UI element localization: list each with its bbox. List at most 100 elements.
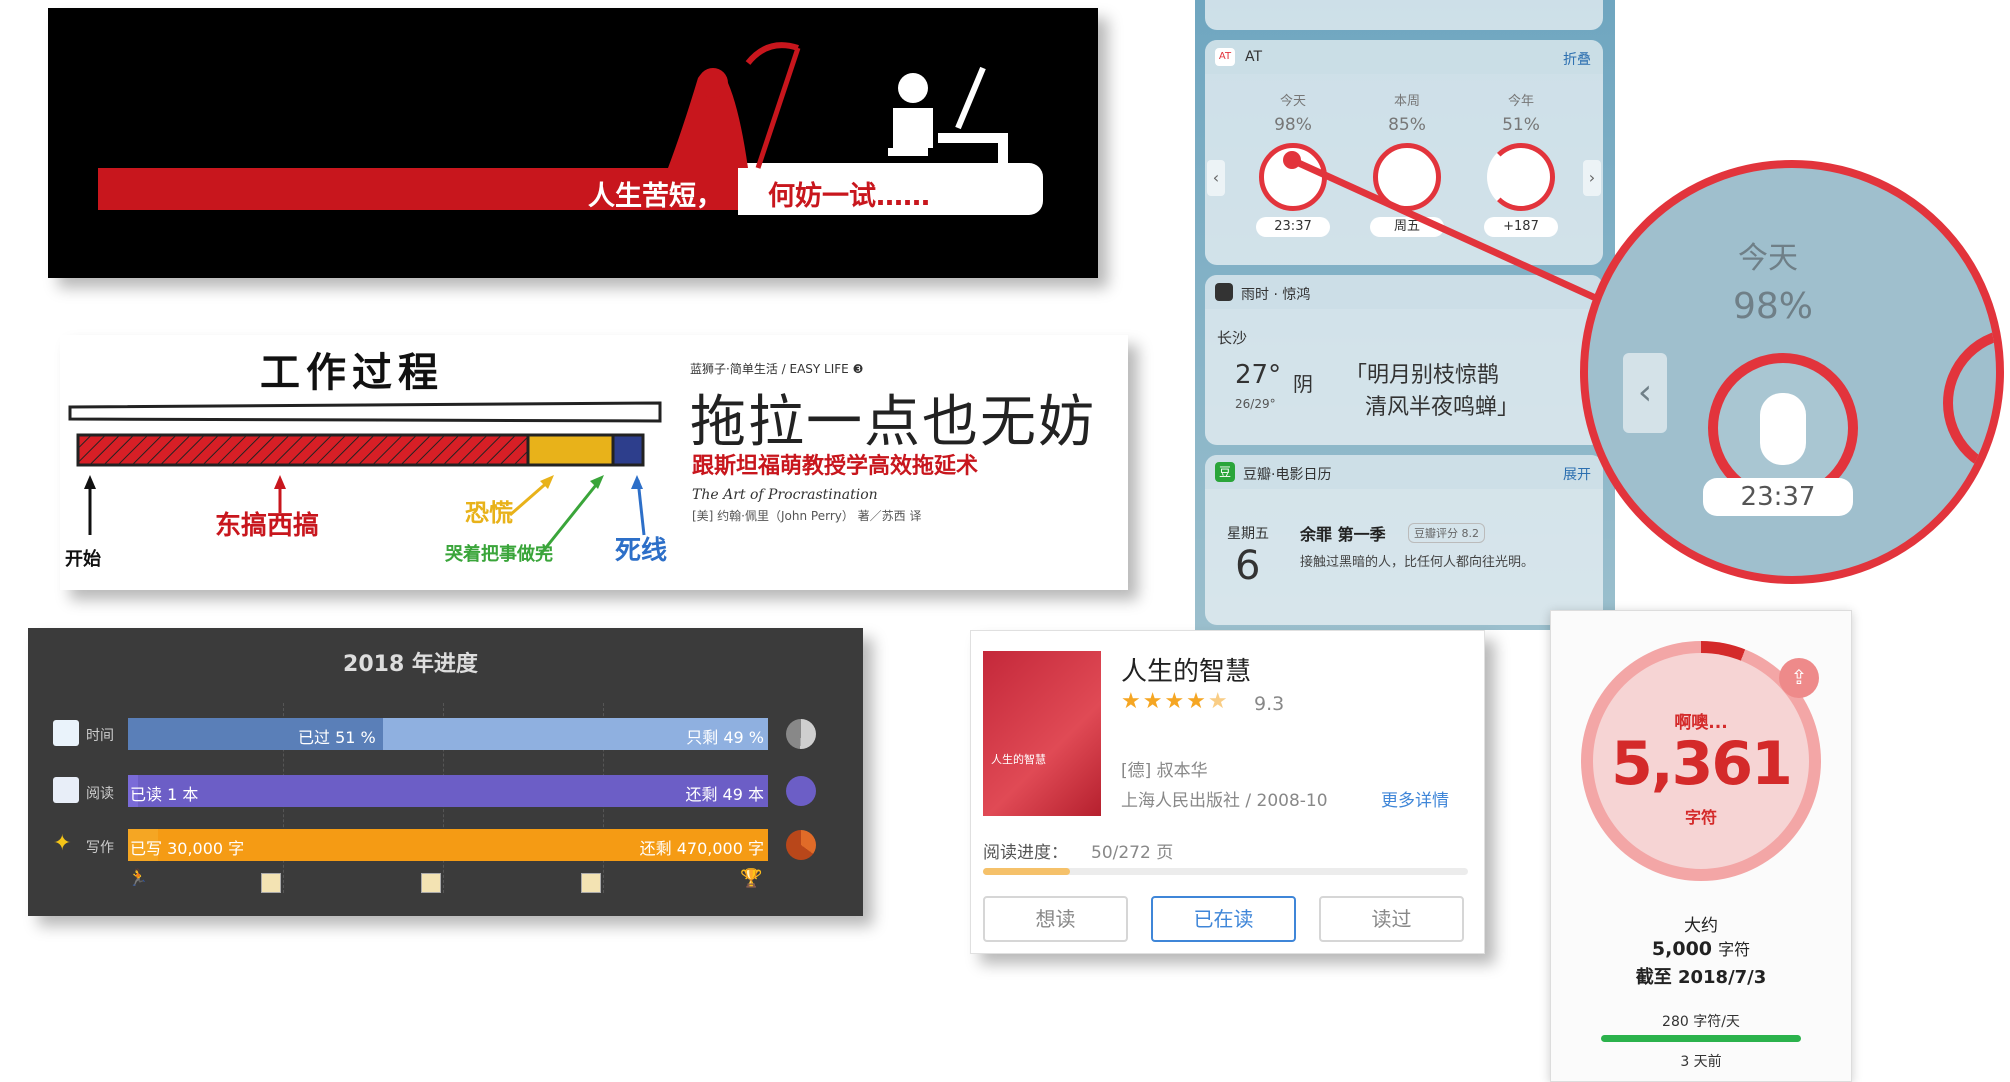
time-pie-icon — [786, 719, 816, 749]
douban-day: 6 — [1235, 543, 1261, 589]
cover-title: 拖拉一点也无妨 — [690, 390, 1096, 455]
want-to-read-button[interactable]: 想读 — [983, 896, 1128, 942]
poem-line-1: 「明月别枝惊鹊 — [1345, 363, 1500, 388]
book-author: [德] 叔本华 — [1121, 761, 1208, 781]
reading-progress-fill — [983, 868, 1071, 875]
book-cover[interactable]: 人生的智慧 — [983, 651, 1101, 816]
reader-icon — [53, 777, 79, 803]
douban-quote: 接触过黑暗的人，比任何人都向往光明。 — [1300, 555, 1535, 570]
series-label: 蓝狮子·简单生活 / EASY LIFE ❸ — [690, 362, 864, 376]
cover-english-title: The Art of Procrastination — [692, 487, 878, 503]
at-prev-button[interactable]: ‹ — [1207, 160, 1225, 196]
runner-icon: 🏃 — [128, 868, 148, 887]
yearly-progress-card: 2018 年进度 时间 已过 51 % 只剩 49 % 阅读 已读 1 本 还剩… — [28, 628, 863, 916]
douban-widget-name: 豆瓣·电影日历 — [1243, 467, 1332, 483]
medal-icon — [261, 873, 281, 893]
person-at-desk-icon — [888, 66, 1008, 178]
reading-done-text: 已读 1 本 — [130, 785, 199, 804]
douban-rating: 豆瓣评分 8.2 — [1408, 523, 1485, 543]
more-details-link[interactable]: 更多详情 — [1381, 786, 1449, 811]
slogan-left: 人生苦短， — [588, 181, 723, 212]
reading-progress-bar — [983, 868, 1468, 875]
mag-prev-icon: ‹ — [1623, 353, 1667, 433]
progress-title: 2018 年进度 — [343, 652, 478, 677]
row-label-time: 时间 — [86, 728, 114, 744]
writing-remaining-text: 还剩 470,000 字 — [639, 839, 764, 858]
char-unit: 字符 — [1684, 808, 1717, 827]
poem-line-2: 清风半夜鸣蝉」 — [1365, 395, 1520, 420]
at-widget-name: AT — [1245, 49, 1263, 65]
finished-reading-button[interactable]: 读过 — [1319, 896, 1464, 942]
at-percent: 85% — [1388, 115, 1426, 135]
medal-icon — [581, 873, 601, 893]
rating-score: 9.3 — [1254, 693, 1285, 715]
weather-temperature: 27° — [1235, 360, 1282, 390]
row-label-reading: 阅读 — [86, 786, 114, 802]
time-done-text: 已过 51 % — [298, 728, 376, 747]
sketch-title: 工作过程 — [260, 350, 444, 396]
cover-subtitle: 跟斯坦福萌教授学高效拖延术 — [692, 453, 979, 479]
reaper-figure-icon — [668, 42, 801, 169]
writing-progress-bar: 已写 30,000 字 还剩 470,000 字 — [128, 829, 768, 861]
magnifier-circle: 今天 98% ‹ 23:37 — [1580, 160, 2004, 584]
bathtub-icon — [53, 720, 79, 746]
daily-rate: 280 字符/天 — [1662, 1014, 1740, 1030]
reading-progress-bar: 已读 1 本 还剩 49 本 — [128, 775, 768, 807]
char-count: 5,361 — [1611, 729, 1793, 799]
approx-line: 5,000 字符 — [1551, 936, 1851, 960]
timeline-drawing — [68, 401, 662, 556]
at-percent: 51% — [1502, 115, 1540, 135]
book-title: 人生的智慧 — [1121, 657, 1252, 687]
butterfly-icon: ✦ — [53, 831, 72, 856]
daily-rate-bar — [1601, 1035, 1801, 1042]
writing-done-text: 已写 30,000 字 — [130, 839, 245, 858]
book-publisher: 上海人民出版社 / 2008-10 — [1121, 791, 1328, 811]
douban-widget: 豆 豆瓣·电影日历 展开 星期五 6 余罪 第一季 豆瓣评分 8.2 接触过黑暗… — [1205, 455, 1603, 625]
magnifier-pointer — [1283, 151, 1602, 304]
label-mess: 东搞西搞 — [215, 511, 320, 541]
weather-condition: 阴 — [1293, 372, 1313, 396]
cover-authors: [美] 约翰·佩里（John Perry） 著／苏西 译 — [692, 509, 922, 523]
time-progress-bar: 已过 51 % 只剩 49 % — [128, 718, 768, 750]
reading-now-button[interactable]: 已在读 — [1151, 896, 1296, 942]
label-start: 开始 — [65, 549, 101, 570]
last-updated: 3 天前 — [1680, 1054, 1722, 1070]
as-of-date: 截至 2018/7/3 — [1635, 967, 1767, 988]
douban-app-icon: 豆 — [1215, 462, 1235, 482]
mag-ring-next — [1943, 328, 1996, 478]
label-panic: 恐慌 — [465, 499, 513, 527]
rating-stars: ★★★★★ — [1121, 689, 1230, 714]
reading-pie-icon — [786, 776, 816, 806]
approx-value: 5,000 — [1651, 938, 1713, 960]
label-cry: 哭着把事做完 — [445, 544, 553, 565]
baby-icon — [1760, 393, 1806, 465]
procrastination-illustration: 工作过程 开始 东搞西搞 恐慌 哭着把事做完 死线 蓝狮子·简单生活 / EAS… — [60, 335, 1128, 590]
at-widget-header: AT AT 折叠 — [1205, 40, 1603, 74]
at-period: 本周 — [1393, 94, 1420, 109]
weather-range: 26/29° — [1235, 397, 1276, 411]
share-icon[interactable]: ⇪ — [1779, 658, 1819, 698]
motto-banner: 人生苦短， 何妨一试…… — [48, 8, 1098, 278]
at-period: 今天 — [1279, 94, 1306, 109]
reading-remaining-fill — [138, 775, 768, 807]
widget-top-stub — [1205, 0, 1603, 30]
reading-progress-value: 50/272 页 — [1091, 843, 1174, 863]
medal-icon — [421, 873, 441, 893]
approx-unit: 字符 — [1718, 940, 1751, 959]
at-percent: 98% — [1274, 115, 1312, 135]
mag-period: 今天 — [1738, 241, 1798, 276]
weather-app-icon — [1215, 283, 1233, 301]
word-count-popover: ⇪ 啊噢... 5,361 字符 大约 5,000 字符 截至 2018/7/3… — [1550, 610, 1852, 1082]
trophy-icon: 🏆 — [740, 868, 763, 889]
mag-value: 23:37 — [1703, 478, 1853, 516]
book-card: 人生的智慧 人生的智慧 ★★★★★ 9.3 [德] 叔本华 上海人民出版社 / … — [970, 630, 1485, 954]
row-label-writing: 写作 — [86, 840, 114, 856]
label-deadline: 死线 — [615, 536, 668, 566]
at-collapse-button[interactable]: 折叠 — [1563, 49, 1591, 69]
at-period: 今年 — [1507, 94, 1534, 109]
time-remaining-text: 只剩 49 % — [686, 728, 764, 747]
douban-movie-title[interactable]: 余罪 第一季 — [1300, 521, 1386, 545]
douban-expand-button[interactable]: 展开 — [1563, 464, 1591, 484]
mag-percent: 98% — [1733, 286, 1814, 327]
writing-pie-icon — [786, 830, 816, 860]
